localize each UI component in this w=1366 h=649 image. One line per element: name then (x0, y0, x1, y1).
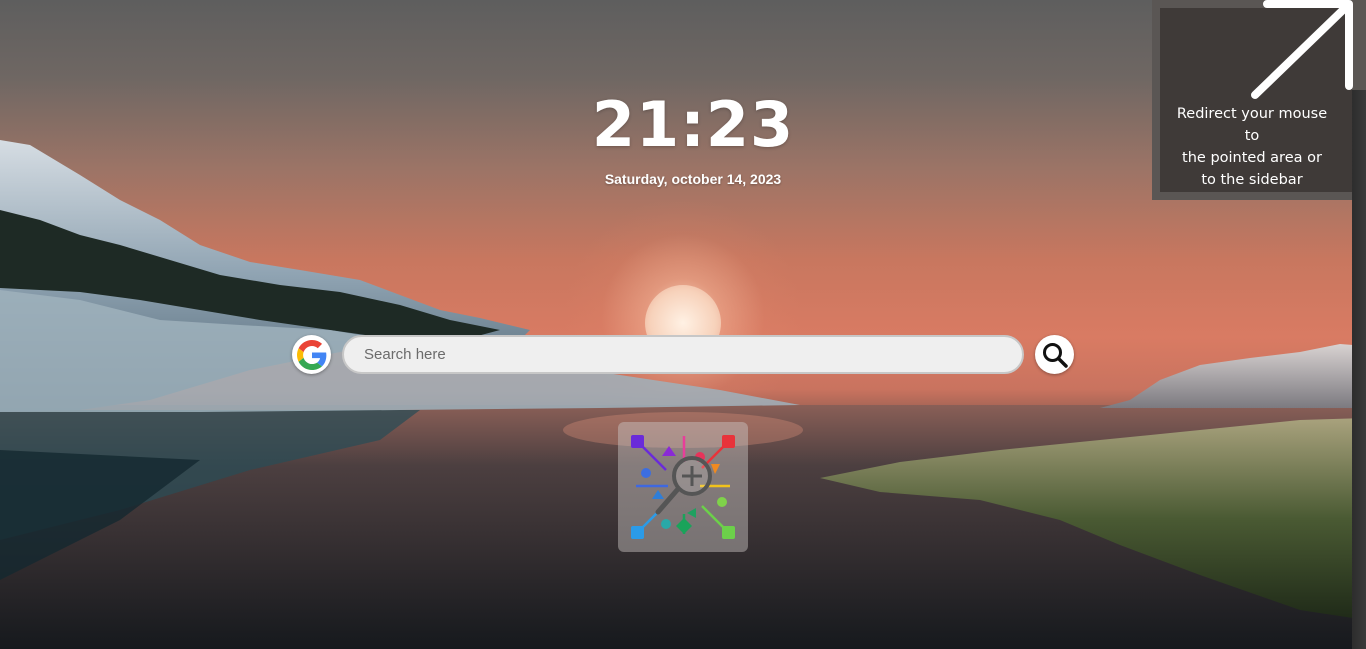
hint-line-3: the pointed area or (1182, 150, 1322, 166)
search-input[interactable] (342, 335, 1024, 374)
arrow-up-right-icon (1251, 0, 1353, 99)
hint-line-1: Redirect your mouse (1176, 106, 1328, 122)
hint-text: Redirect your mouse to the pointed area … (1152, 103, 1352, 191)
mindmap-magnifier-app-icon (631, 435, 735, 539)
search-icon (1042, 342, 1068, 368)
search-button[interactable] (1035, 335, 1074, 374)
shortcut-tile[interactable] (618, 422, 748, 552)
google-engine-button[interactable] (292, 335, 331, 374)
hint-line-2: to (1244, 128, 1260, 144)
hint-line-4: to the sidebar (1201, 172, 1303, 188)
google-icon (296, 339, 326, 370)
desktop-background: 21:23 Saturday, october 14, 2023 Search … (0, 0, 1366, 649)
